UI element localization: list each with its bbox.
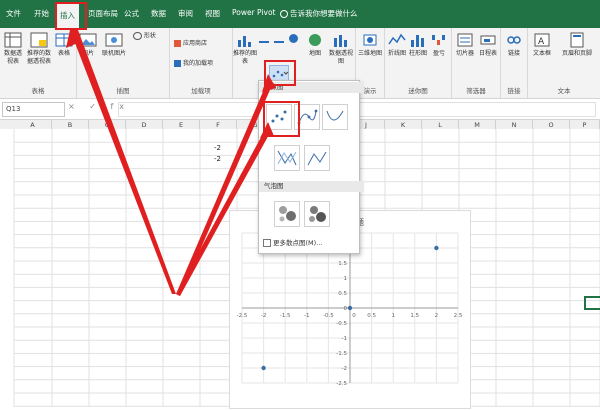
arrow-to-scatter-option: [176, 128, 271, 296]
annotation-arrows: [66, 30, 276, 296]
arrow-to-scatter-button: [176, 80, 273, 296]
arrow-head-scatter-option: [260, 122, 274, 138]
arrow-to-insert-tab: [70, 30, 176, 294]
arrow-head-scatter-button: [262, 74, 276, 92]
